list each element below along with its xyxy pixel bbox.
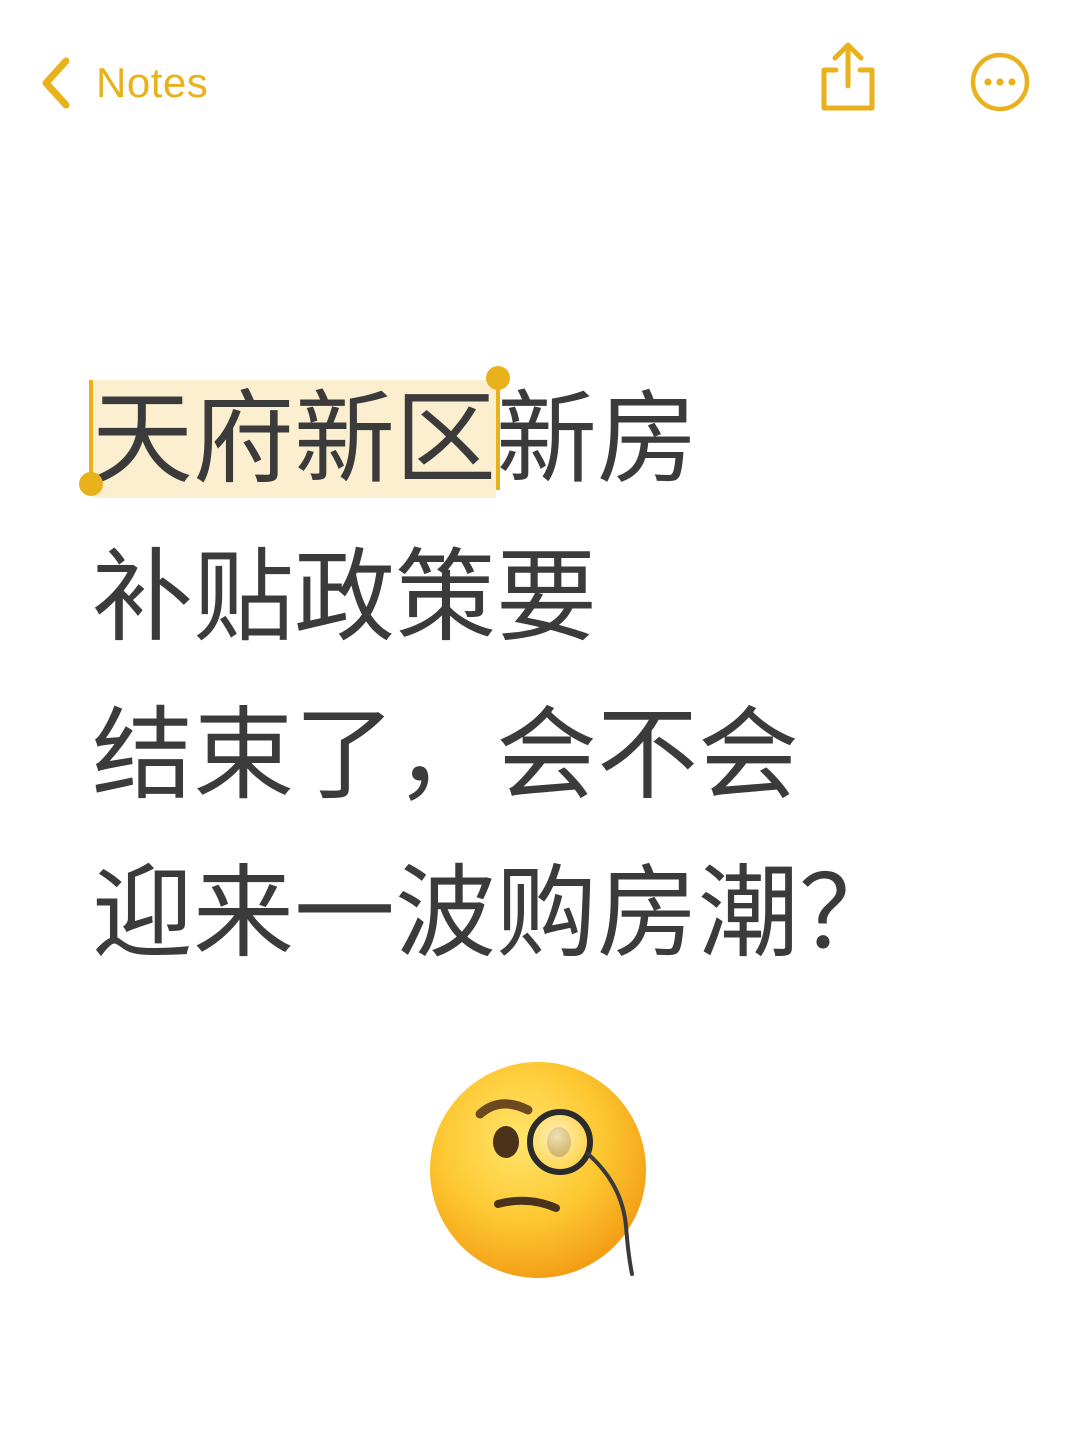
share-icon[interactable] (816, 40, 880, 114)
selection-start-handle[interactable] (79, 472, 103, 496)
note-line-3: 结束了，会不会 (92, 696, 800, 814)
text-selection[interactable]: 天府新区 (79, 360, 511, 518)
back-label: Notes (96, 59, 209, 106)
note-line-4: 迎来一波购房潮？ (92, 854, 901, 972)
selected-text: 天府新区 (92, 380, 497, 498)
selection-end-caret (496, 382, 501, 490)
note-body[interactable]: 天府新区 新房 补贴政策要 结束了，会不会 迎来一波购房潮？ (79, 360, 992, 992)
face-with-monocle-emoji (430, 1062, 646, 1278)
chevron-left-icon (42, 57, 70, 109)
back-button[interactable]: Notes (38, 52, 208, 114)
selection-end-handle[interactable] (486, 366, 511, 390)
note-line-1: 天府新区 新房 (79, 360, 992, 518)
ellipsis-circle-icon[interactable] (969, 51, 1031, 113)
note-line-1-rest: 新房 (496, 380, 699, 498)
navigation-bar: Notes (0, 0, 1080, 170)
note-line-2: 补贴政策要 (92, 538, 598, 656)
